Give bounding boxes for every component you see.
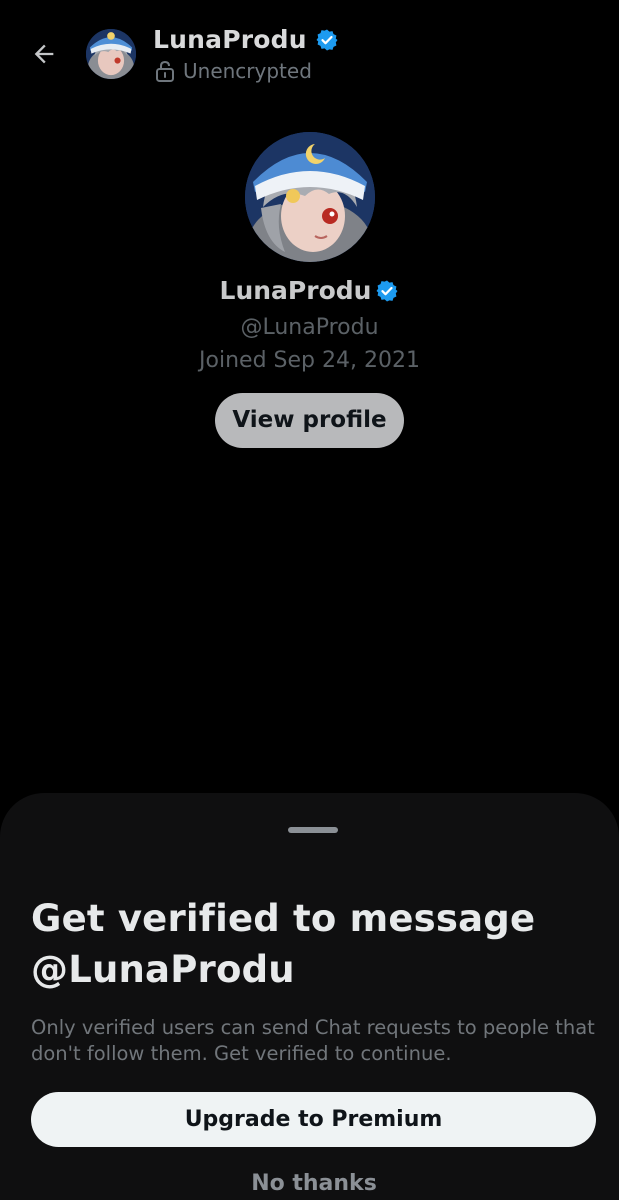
sheet-drag-handle[interactable] (288, 827, 338, 833)
profile-name-row: LunaProdu (0, 276, 619, 305)
view-profile-button[interactable]: View profile (215, 393, 404, 448)
verification-bottom-sheet: Get verified to message @LunaProdu Only … (0, 793, 619, 1200)
avatar-image (86, 29, 136, 79)
profile-handle: @LunaProdu (240, 315, 379, 340)
header-display-name[interactable]: LunaProdu (153, 25, 307, 54)
encryption-status: Unencrypted (155, 59, 312, 83)
sheet-title-line-1: Get verified to message (31, 897, 536, 940)
verified-badge-icon (376, 280, 398, 301)
profile-summary: LunaProdu @LunaProdu Joined Sep 24, 2021… (0, 130, 619, 448)
header-name-row: LunaProdu (153, 25, 339, 54)
upgrade-to-premium-button[interactable]: Upgrade to Premium (31, 1092, 596, 1147)
avatar[interactable] (86, 29, 136, 79)
profile-joined-date: Joined Sep 24, 2021 (199, 348, 420, 373)
no-thanks-button[interactable]: No thanks (0, 1171, 619, 1196)
unlocked-padlock-icon (156, 60, 174, 82)
arrow-left-icon (34, 44, 54, 64)
sheet-title: Get verified to message @LunaProdu (31, 893, 591, 995)
encryption-status-text: Unencrypted (183, 59, 312, 83)
profile-display-name: LunaProdu (219, 276, 372, 305)
profile-avatar-image (244, 132, 375, 262)
back-button[interactable] (22, 32, 66, 76)
verified-badge-icon (316, 29, 338, 50)
chat-header: LunaProdu Unencrypted (0, 0, 619, 100)
profile-avatar[interactable] (244, 132, 375, 262)
sheet-description: Only verified users can send Chat reques… (31, 1016, 595, 1065)
sheet-title-line-2: @LunaProdu (31, 948, 295, 991)
